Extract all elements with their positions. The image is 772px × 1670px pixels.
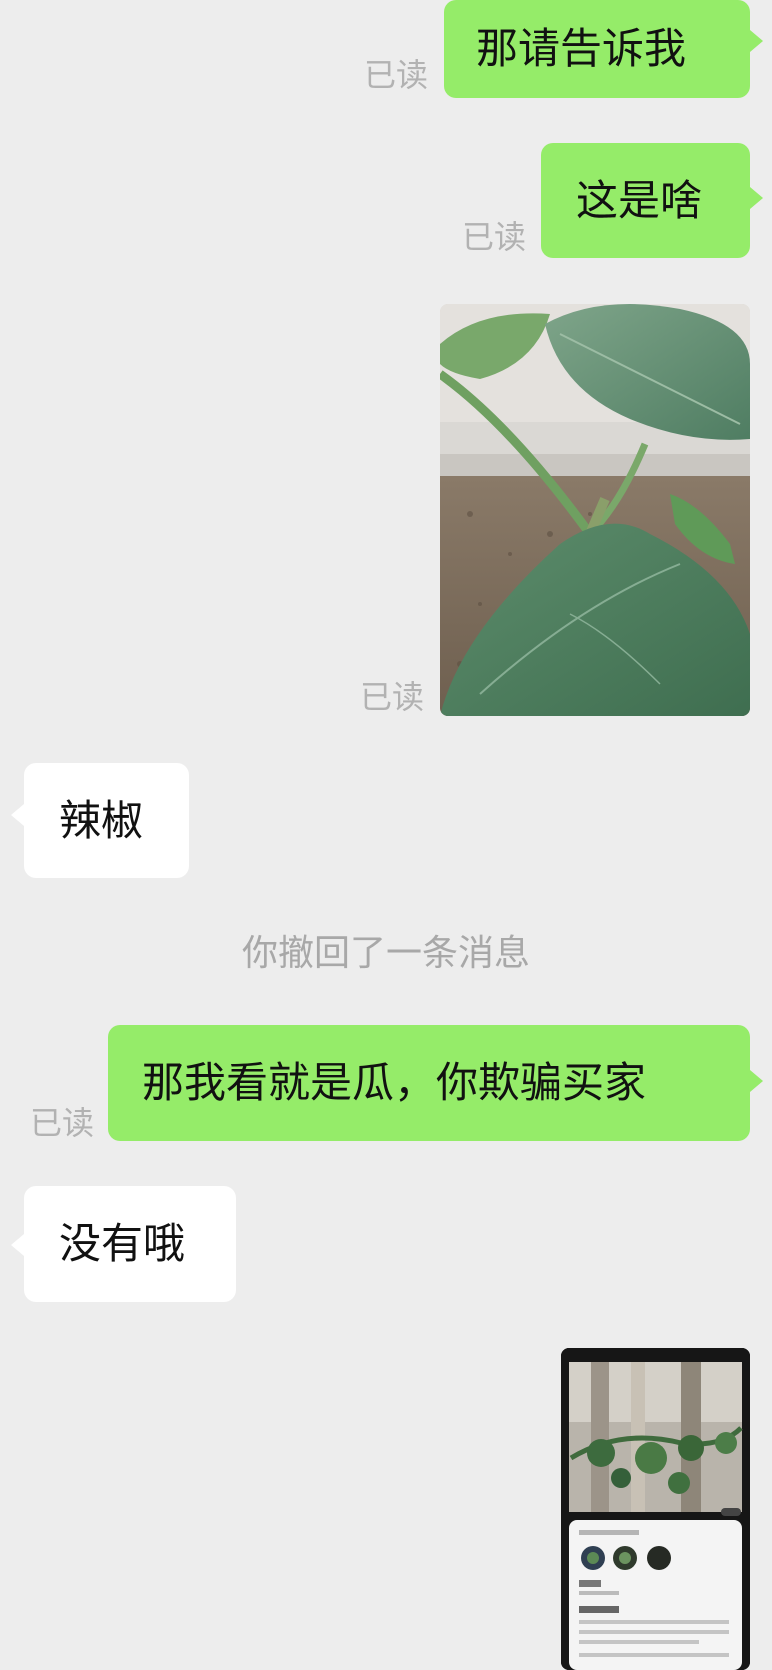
bubble-tail	[11, 1234, 24, 1256]
message-bubble-outgoing[interactable]: 那请告诉我	[444, 0, 750, 98]
message-bubble-outgoing[interactable]: 那我看就是瓜，你欺骗买家	[108, 1025, 750, 1141]
read-receipt: 已读	[462, 218, 527, 256]
message-text: 辣椒	[59, 795, 144, 845]
plant-photo	[440, 304, 750, 716]
message-bubble-incoming[interactable]: 辣椒	[24, 763, 189, 878]
message-text: 这是啥	[576, 175, 703, 225]
plant-id-screenshot-image[interactable]	[561, 1348, 750, 1670]
read-receipt: 已读	[30, 1104, 95, 1142]
bubble-tail	[750, 1070, 763, 1092]
bubble-tail	[11, 804, 24, 826]
plant-id-screenshot	[561, 1348, 750, 1670]
bubble-tail	[750, 30, 763, 52]
message-bubble-incoming[interactable]: 没有哦	[24, 1186, 236, 1302]
bubble-tail	[750, 187, 763, 209]
plant-photo-image[interactable]	[440, 304, 750, 716]
read-receipt: 已读	[364, 56, 429, 94]
message-bubble-outgoing[interactable]: 这是啥	[541, 143, 750, 258]
message-text: 那我看就是瓜，你欺骗买家	[142, 1058, 647, 1107]
read-receipt: 已读	[360, 678, 425, 716]
message-text: 那请告诉我	[476, 24, 687, 73]
recalled-message-notice: 你撤回了一条消息	[241, 933, 530, 974]
message-text: 没有哦	[59, 1219, 186, 1268]
